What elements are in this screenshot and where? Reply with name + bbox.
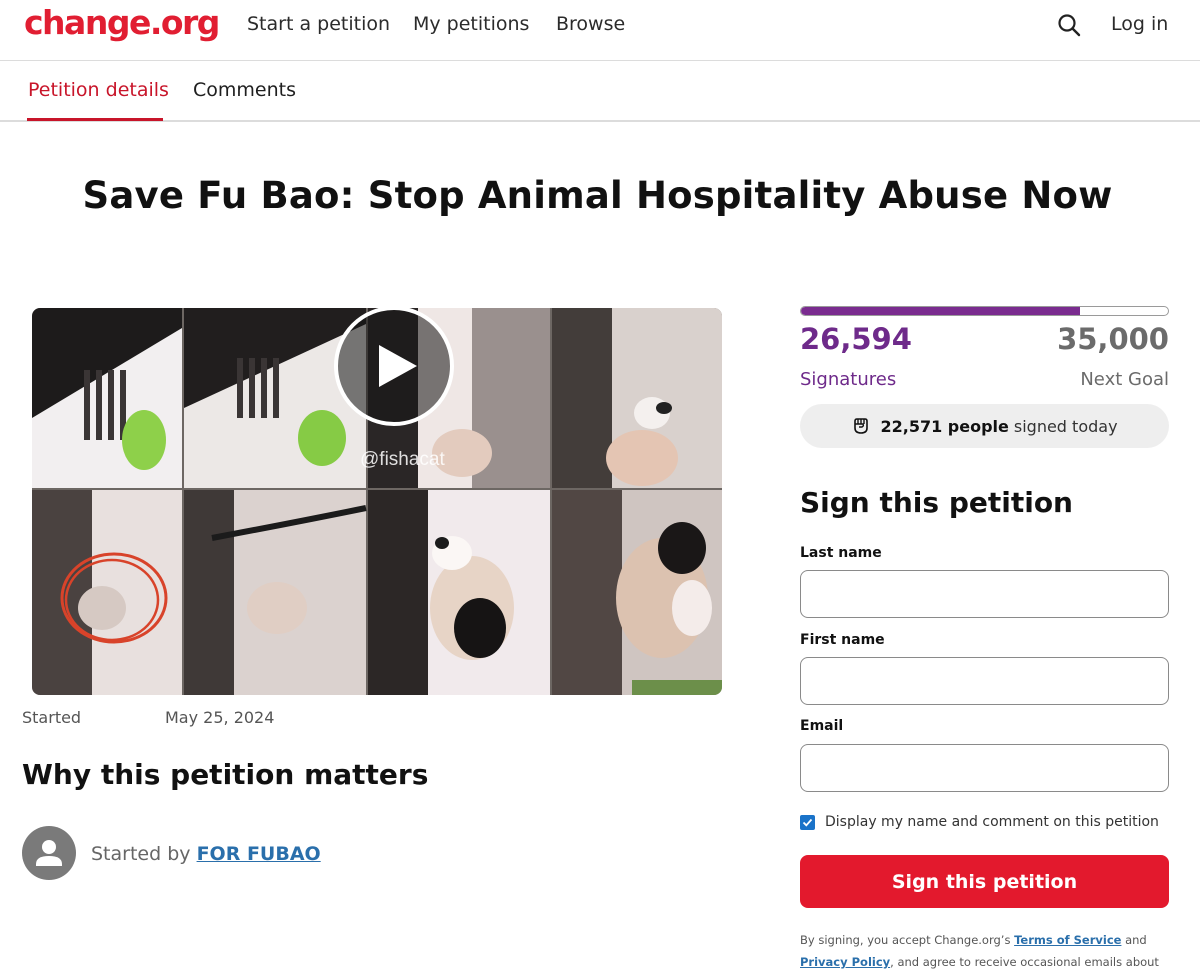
display-name-checkbox-label[interactable]: Display my name and comment on this peti… <box>825 814 1159 830</box>
terms-of-service-link[interactable]: Terms of Service <box>1014 933 1121 947</box>
signed-today-count: 22,571 people <box>880 416 1009 436</box>
signature-count-label: Signatures <box>800 369 897 390</box>
raised-fist-icon <box>854 418 869 434</box>
signature-progress-bar <box>800 306 1169 316</box>
last-name-input[interactable] <box>801 571 1168 617</box>
legal-and: and <box>1125 933 1147 947</box>
email-input[interactable] <box>801 745 1168 791</box>
sign-petition-button[interactable]: Sign this petition <box>800 855 1169 908</box>
legal-prefix: By signing, you accept Change.org’s <box>800 933 1011 947</box>
signature-goal-label: Next Goal <box>1080 369 1169 390</box>
privacy-policy-link[interactable]: Privacy Policy <box>800 955 890 969</box>
signature-progress-fill <box>801 307 1080 315</box>
first-name-field-box <box>800 657 1169 705</box>
petition-title: Save Fu Bao: Stop Animal Hospitality Abu… <box>82 174 1113 217</box>
started-date: May 25, 2024 <box>165 708 275 727</box>
tab-comments[interactable]: Comments <box>193 79 296 101</box>
starter-name-link[interactable]: FOR FUBAO <box>197 843 321 865</box>
nav-my-petitions[interactable]: My petitions <box>413 13 529 35</box>
avatar <box>22 826 76 880</box>
legal-suffix: , and agree to receive occasional emails… <box>890 955 1159 969</box>
signature-goal: 35,000 <box>1057 322 1169 356</box>
first-name-label: First name <box>800 632 885 648</box>
person-icon <box>36 840 62 866</box>
starter-line: Started by FOR FUBAO <box>91 843 321 865</box>
top-nav: change.org Start a petition My petitions… <box>0 0 1200 61</box>
last-name-label: Last name <box>800 545 882 561</box>
login-link[interactable]: Log in <box>1111 13 1168 35</box>
petition-video[interactable]: @fishacat <box>32 308 722 695</box>
email-label: Email <box>800 718 844 734</box>
started-label: Started <box>22 708 82 727</box>
display-name-checkbox[interactable] <box>800 814 815 830</box>
signed-today-suffix: signed today <box>1013 416 1118 436</box>
first-name-input[interactable] <box>801 658 1168 704</box>
tab-petition-details[interactable]: Petition details <box>28 79 169 101</box>
nav-start-petition[interactable]: Start a petition <box>247 13 390 35</box>
starter-prefix: Started by <box>91 843 191 865</box>
signed-today-badge: 22,571 people signed today <box>800 404 1169 448</box>
why-heading: Why this petition matters <box>22 758 429 791</box>
last-name-field-box <box>800 570 1169 618</box>
nav-browse[interactable]: Browse <box>556 13 625 35</box>
display-name-option: Display my name and comment on this peti… <box>800 814 1159 830</box>
change-org-logo[interactable]: change.org <box>24 3 220 42</box>
sign-petition-heading: Sign this petition <box>800 486 1073 519</box>
play-icon[interactable] <box>332 308 456 426</box>
signature-count: 26,594 <box>800 322 912 356</box>
video-watermark: @fishacat <box>360 449 445 470</box>
legal-disclaimer: By signing, you accept Change.org’s Term… <box>800 929 1170 972</box>
email-field-box <box>800 744 1169 792</box>
petition-tabs: Petition details Comments <box>0 61 1200 122</box>
search-icon[interactable] <box>1056 12 1082 38</box>
active-tab-indicator <box>27 118 163 121</box>
checkmark-icon <box>802 818 813 827</box>
